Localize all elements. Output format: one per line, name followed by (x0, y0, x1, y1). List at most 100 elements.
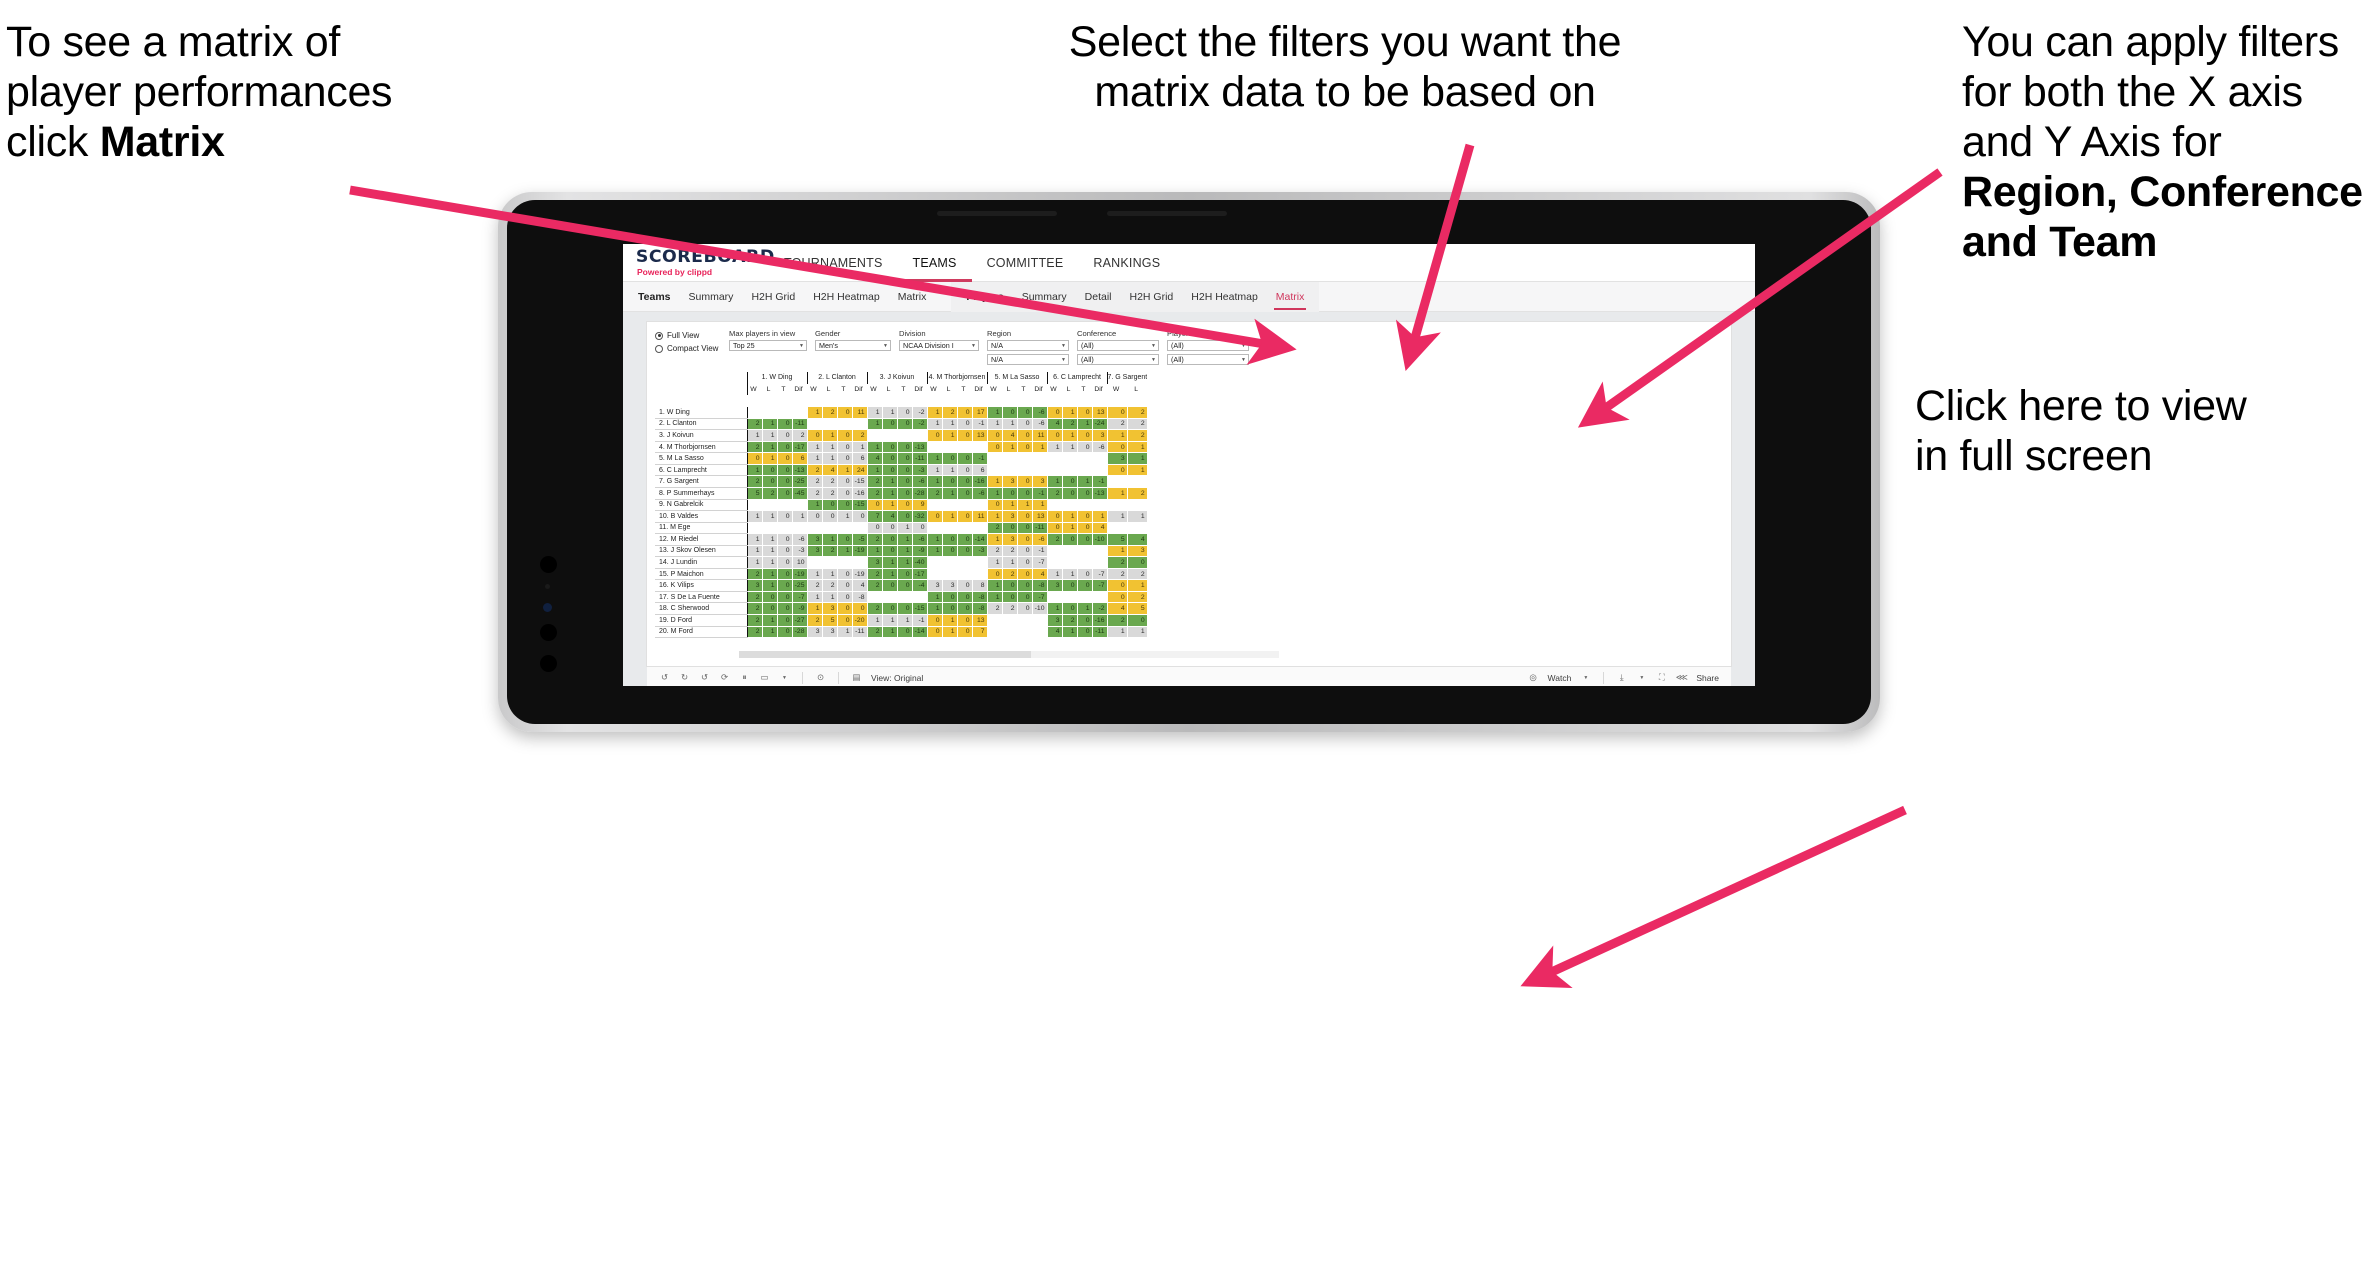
matrix-data-cell[interactable] (746, 499, 763, 512)
matrix-data-cell[interactable]: 1 (1002, 441, 1018, 454)
dropdown-players-y[interactable]: (All) ▼ (1167, 354, 1249, 365)
matrix-data-cell[interactable]: 0 (1002, 406, 1018, 419)
matrix-data-cell[interactable] (1106, 475, 1128, 488)
matrix-data-cell[interactable]: 1 (1077, 602, 1093, 615)
table-row[interactable]: 17. S De La Fuente 2 0 0 -7 1 1 0 -8 1 0 0 -8 1 0 0 -7 0 2 (655, 591, 1148, 604)
matrix-data-cell[interactable]: -10 (1032, 602, 1048, 615)
matrix-data-cell[interactable] (986, 626, 1003, 639)
matrix-data-cell[interactable]: 0 (957, 487, 973, 500)
matrix-data-cell[interactable]: 1 (1092, 510, 1108, 523)
matrix-data-cell[interactable] (777, 522, 793, 535)
matrix-data-cell[interactable]: 3 (806, 533, 823, 546)
matrix-data-cell[interactable]: 0 (957, 545, 973, 558)
matrix-data-cell[interactable]: 0 (777, 591, 793, 604)
matrix-data-cell[interactable]: 0 (837, 602, 853, 615)
matrix-data-cell[interactable]: 0 (837, 452, 853, 465)
matrix-data-cell[interactable] (1062, 591, 1078, 604)
matrix-data-cell[interactable]: 1 (762, 556, 778, 569)
matrix-data-cell[interactable]: 2 (1046, 487, 1063, 500)
matrix-data-cell[interactable]: 1 (837, 464, 853, 477)
matrix-data-cell[interactable]: 0 (777, 568, 793, 581)
matrix-data-cell[interactable]: 2 (1002, 568, 1018, 581)
matrix-data-cell[interactable]: -6 (912, 475, 928, 488)
matrix-data-cell[interactable]: 0 (1077, 533, 1093, 546)
matrix-data-cell[interactable] (1077, 545, 1093, 558)
matrix-data-cell[interactable]: 0 (746, 452, 763, 465)
matrix-data-cell[interactable]: 1 (986, 406, 1003, 419)
matrix-data-cell[interactable] (806, 522, 823, 535)
matrix-data-cell[interactable]: 1 (897, 545, 913, 558)
matrix-data-cell[interactable] (957, 568, 973, 581)
matrix-data-cell[interactable] (1077, 499, 1093, 512)
matrix-data-cell[interactable]: -19 (852, 568, 868, 581)
matrix-data-cell[interactable]: 3 (1002, 533, 1018, 546)
matrix-data-cell[interactable]: 2 (822, 406, 838, 419)
matrix-data-cell[interactable] (986, 614, 1003, 627)
matrix-data-cell[interactable]: -2 (912, 406, 928, 419)
matrix-data-cell[interactable]: -14 (972, 533, 988, 546)
matrix-data-cell[interactable] (822, 418, 838, 431)
matrix-data-cell[interactable]: -24 (1092, 418, 1108, 431)
matrix-data-cell[interactable]: 0 (897, 418, 913, 431)
matrix-data-cell[interactable]: 1 (746, 545, 763, 558)
matrix-data-cell[interactable]: -6 (912, 533, 928, 546)
matrix-data-cell[interactable] (1032, 464, 1048, 477)
matrix-data-cell[interactable]: 1 (762, 429, 778, 442)
matrix-data-cell[interactable]: 0 (762, 475, 778, 488)
matrix-data-cell[interactable]: 4 (1046, 418, 1063, 431)
download-icon[interactable]: ⤓ (1616, 672, 1627, 683)
matrix-data-cell[interactable]: 13 (1092, 406, 1108, 419)
matrix-data-cell[interactable]: 1 (1127, 626, 1148, 639)
matrix-data-cell[interactable]: 4 (1106, 602, 1128, 615)
matrix-data-cell[interactable]: -1 (972, 418, 988, 431)
matrix-data-cell[interactable]: 1 (806, 441, 823, 454)
matrix-data-cell[interactable] (792, 406, 808, 419)
matrix-data-cell[interactable]: 1 (1002, 418, 1018, 431)
dropdown-conference-x[interactable]: (All) ▼ (1077, 340, 1159, 351)
matrix-data-cell[interactable]: 1 (942, 614, 958, 627)
table-row[interactable]: 2. L Clanton 2 1 0 -11 1 0 0 -2 1 1 0 -1 1 1 0 -6 4 2 1 -24 2… (655, 418, 1148, 431)
matrix-data-cell[interactable]: -28 (792, 626, 808, 639)
matrix-data-cell[interactable]: 2 (1127, 568, 1148, 581)
matrix-data-cell[interactable]: -13 (792, 464, 808, 477)
matrix-data-cell[interactable]: 0 (1046, 406, 1063, 419)
matrix-data-cell[interactable]: -5 (852, 533, 868, 546)
matrix-data-cell[interactable]: 0 (926, 510, 943, 523)
matrix-data-cell[interactable]: 11 (972, 510, 988, 523)
matrix-data-cell[interactable]: 0 (1017, 602, 1033, 615)
tab-teams-matrix[interactable]: Matrix (889, 282, 936, 312)
matrix-data-cell[interactable] (1046, 464, 1063, 477)
matrix-data-cell[interactable]: 0 (942, 452, 958, 465)
matrix-data-cell[interactable]: -25 (792, 475, 808, 488)
horizontal-scrollbar[interactable] (739, 651, 1279, 658)
matrix-data-cell[interactable]: -15 (852, 475, 868, 488)
matrix-data-cell[interactable] (806, 556, 823, 569)
matrix-data-cell[interactable]: 0 (1017, 429, 1033, 442)
matrix-data-cell[interactable]: 0 (897, 441, 913, 454)
matrix-data-cell[interactable]: 2 (792, 429, 808, 442)
matrix-data-cell[interactable]: 0 (926, 429, 943, 442)
matrix-data-cell[interactable]: 1 (1046, 475, 1063, 488)
matrix-data-cell[interactable]: 2 (746, 602, 763, 615)
matrix-data-cell[interactable]: 0 (1077, 579, 1093, 592)
matrix-data-cell[interactable] (746, 406, 763, 419)
matrix-data-cell[interactable]: 0 (777, 602, 793, 615)
matrix-data-cell[interactable]: 2 (866, 568, 883, 581)
matrix-data-cell[interactable] (986, 464, 1003, 477)
chevron-down-icon[interactable]: ▼ (1636, 672, 1647, 683)
tab-players-matrix[interactable]: Matrix (1267, 282, 1314, 312)
matrix-data-cell[interactable]: 2 (866, 602, 883, 615)
matrix-data-cell[interactable]: 1 (882, 487, 898, 500)
matrix-data-cell[interactable] (942, 441, 958, 454)
tab-players-h2h-grid[interactable]: H2H Grid (1121, 282, 1183, 312)
matrix-data-cell[interactable] (926, 441, 943, 454)
matrix-data-cell[interactable]: 1 (837, 626, 853, 639)
table-row[interactable]: 20. M Ford 2 1 0 -28 3 3 1 -11 2 1 0 -14 0 1 0 7 4 1 0 -11 1 1 (655, 626, 1148, 639)
matrix-data-cell[interactable]: 1 (746, 556, 763, 569)
matrix-data-cell[interactable] (912, 429, 928, 442)
matrix-data-cell[interactable] (942, 568, 958, 581)
matrix-data-cell[interactable]: 2 (1002, 545, 1018, 558)
matrix-data-cell[interactable]: 0 (1017, 418, 1033, 431)
matrix-data-cell[interactable]: 1 (822, 568, 838, 581)
matrix-data-cell[interactable]: 0 (897, 452, 913, 465)
